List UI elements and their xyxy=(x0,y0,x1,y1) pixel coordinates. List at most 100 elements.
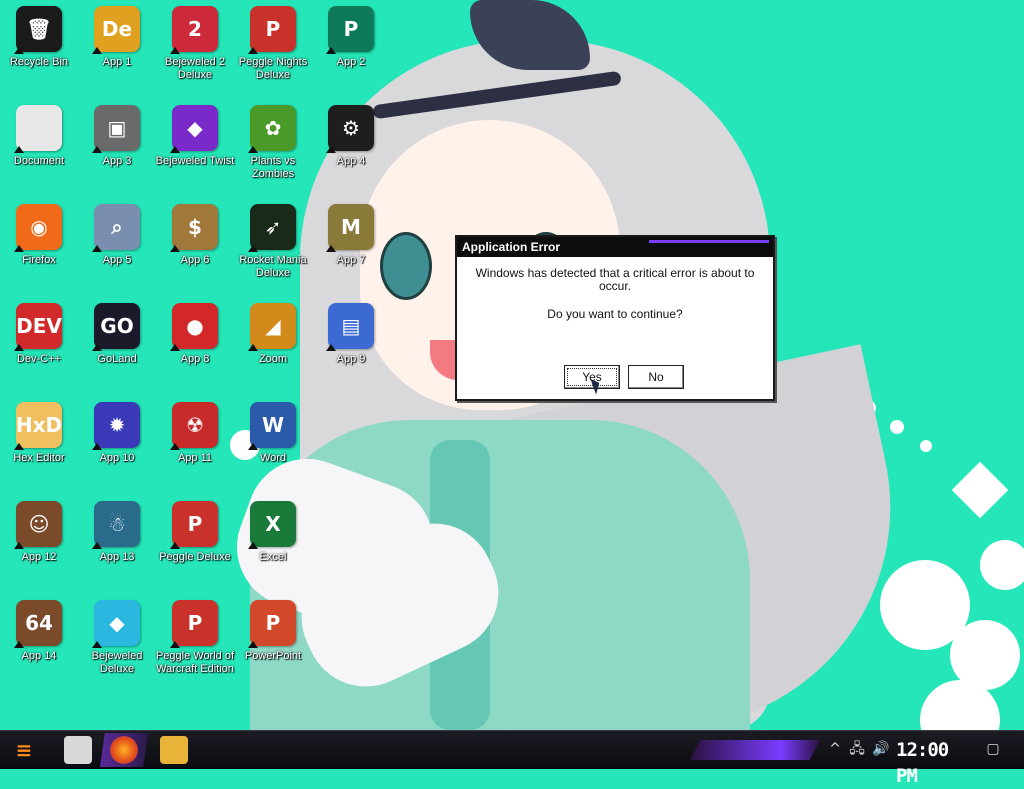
desktop-icon-label: App 6 xyxy=(180,254,210,266)
desktop-icon-label: App 14 xyxy=(21,650,57,662)
dialog-message: Windows has detected that a critical err… xyxy=(475,266,755,293)
shortcut-arrow-icon xyxy=(170,47,180,54)
desktop-icon[interactable]: ⌕ App 5 xyxy=(78,198,156,290)
no-button[interactable]: No xyxy=(628,365,684,389)
desktop-icon[interactable]: ✿ Plants vs Zombies xyxy=(234,99,312,191)
app-icon-glyph: 🗑 xyxy=(26,17,52,41)
shortcut-arrow-icon xyxy=(92,443,102,450)
desktop-icon[interactable]: ☺ App 12 xyxy=(0,495,78,587)
desktop-icon-label: App 2 xyxy=(336,56,366,68)
taskbar-accent-bar xyxy=(690,740,820,760)
shortcut-arrow-icon xyxy=(14,641,24,648)
desktop-icon[interactable]: 🗑 Recycle Bin xyxy=(0,0,78,92)
desktop-icon[interactable]: P PowerPoint xyxy=(234,594,312,686)
titlebar-accent xyxy=(649,240,769,243)
desktop-icon[interactable]: GO GoLand xyxy=(78,297,156,389)
app-icon-glyph: ☺ xyxy=(28,512,50,536)
desktop-icon-label: Firefox xyxy=(22,254,56,266)
desktop-icon[interactable]: ◆ Bejeweled Deluxe xyxy=(78,594,156,686)
desktop-icon[interactable]: P Peggle Deluxe xyxy=(156,495,234,587)
app-icon-glyph: ● xyxy=(186,314,204,338)
desktop-icon[interactable]: ● App 8 xyxy=(156,297,234,389)
app-icon: GO xyxy=(92,303,140,351)
tray-chevron-icon[interactable]: ^ xyxy=(826,740,844,758)
taskbar-file-explorer-icon[interactable] xyxy=(160,736,188,764)
app-icon: W xyxy=(248,402,296,450)
shortcut-arrow-icon xyxy=(14,443,24,450)
desktop-icon[interactable]: ☃ App 13 xyxy=(78,495,156,587)
app-icon: ⚙ xyxy=(326,105,374,153)
app-icon: 2 xyxy=(170,6,218,54)
shortcut-arrow-icon xyxy=(14,47,24,54)
app-icon-glyph: ◉ xyxy=(30,215,48,239)
desktop-icon[interactable]: ✹ App 10 xyxy=(78,396,156,488)
desktop-icon[interactable]: M App 7 xyxy=(312,198,390,290)
desktop-icon[interactable]: 64 App 14 xyxy=(0,594,78,686)
desktop-icon-label: Peggle Deluxe xyxy=(159,551,231,563)
desktop-icon[interactable]: P Peggle World of Warcraft Edition xyxy=(156,594,234,686)
desktop-icon-label: Bejeweled Deluxe xyxy=(91,650,143,675)
desktop-icon[interactable]: ☢ App 11 xyxy=(156,396,234,488)
desktop-icon-label: Document xyxy=(13,155,65,167)
app-icon: DEV xyxy=(14,303,62,351)
desktop-icon[interactable]: ⚙ App 4 xyxy=(312,99,390,191)
desktop-icon[interactable]: ◉ Firefox xyxy=(0,198,78,290)
desktop-icon[interactable]: W Word xyxy=(234,396,312,488)
network-icon[interactable]: 🖧 xyxy=(848,740,866,758)
desktop-icon[interactable]: ◆ Bejeweled Twist xyxy=(156,99,234,191)
desktop-icon[interactable]: X Excel xyxy=(234,495,312,587)
app-icon: ➶ xyxy=(248,204,296,252)
taskbar-clock[interactable]: 12:00 PM xyxy=(896,737,970,787)
notification-icon[interactable]: ▢ xyxy=(984,740,1002,758)
desktop-icon[interactable]: HxD Hex Editor xyxy=(0,396,78,488)
start-button[interactable]: ≡ xyxy=(6,734,42,766)
app-icon-glyph: ☃ xyxy=(108,512,126,536)
app-icon-glyph: P xyxy=(187,512,203,536)
desktop-icon[interactable]: ◢ Zoom xyxy=(234,297,312,389)
app-icon: ☺ xyxy=(14,501,62,549)
desktop-icon[interactable]: De App 1 xyxy=(78,0,156,92)
app-icon-glyph: ▣ xyxy=(107,116,127,140)
desktop-icon-label: Zoom xyxy=(258,353,288,365)
taskbar-firefox-icon[interactable] xyxy=(110,736,138,764)
dialog-title: Application Error xyxy=(462,240,561,254)
app-icon-glyph: ✿ xyxy=(264,116,282,140)
desktop-icon[interactable]: ➶ Rocket Mania Deluxe xyxy=(234,198,312,290)
app-icon: ▣ xyxy=(92,105,140,153)
app-icon: ◢ xyxy=(248,303,296,351)
app-icon: ◆ xyxy=(170,105,218,153)
app-icon-glyph: GO xyxy=(100,314,134,338)
desktop-icon[interactable]: ▣ App 3 xyxy=(78,99,156,191)
desktop-icon[interactable]: Document xyxy=(0,99,78,191)
app-icon-glyph: ◆ xyxy=(109,611,125,635)
volume-icon[interactable]: 🔊 xyxy=(872,740,890,758)
shortcut-arrow-icon xyxy=(14,344,24,351)
taskbar: ≡ ^ 🖧 🔊 12:00 PM ▢ xyxy=(0,730,1024,787)
shortcut-arrow-icon xyxy=(92,344,102,351)
dialog-titlebar[interactable]: Application Error xyxy=(457,237,773,257)
desktop-icon[interactable]: DEV Dev-C++ xyxy=(0,297,78,389)
desktop-icon[interactable]: P App 2 xyxy=(312,0,390,92)
desktop-icon[interactable]: $ App 6 xyxy=(156,198,234,290)
app-icon: P xyxy=(248,600,296,648)
app-icon: ☃ xyxy=(92,501,140,549)
app-icon: P xyxy=(248,6,296,54)
shortcut-arrow-icon xyxy=(14,542,24,549)
shortcut-arrow-icon xyxy=(326,344,336,351)
desktop-icon-label: App 13 xyxy=(99,551,135,563)
shortcut-arrow-icon xyxy=(92,47,102,54)
app-icon xyxy=(14,105,62,153)
desktop-icon[interactable]: P Peggle Nights Deluxe xyxy=(234,0,312,92)
shortcut-arrow-icon xyxy=(92,245,102,252)
app-icon: ☢ xyxy=(170,402,218,450)
taskbar-document-icon[interactable] xyxy=(64,736,92,764)
shortcut-arrow-icon xyxy=(248,245,258,252)
app-icon-glyph: P xyxy=(265,17,281,41)
app-icon-glyph: 2 xyxy=(188,17,202,41)
app-icon: ▤ xyxy=(326,303,374,351)
desktop-icon[interactable]: ▤ App 9 xyxy=(312,297,390,389)
app-icon: HxD xyxy=(14,402,62,450)
app-icon: P xyxy=(170,501,218,549)
desktop-icon[interactable]: 2 Bejeweled 2 Deluxe xyxy=(156,0,234,92)
app-icon-glyph: ⚙ xyxy=(342,116,360,140)
